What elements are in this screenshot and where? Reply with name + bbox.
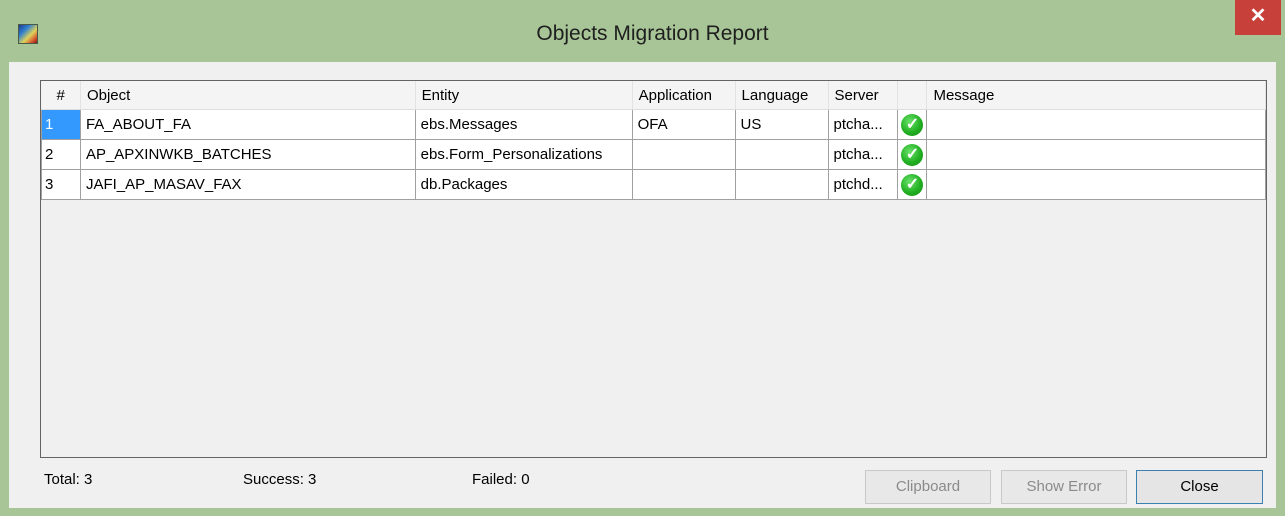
show-error-button[interactable]: Show Error — [1001, 470, 1127, 504]
failed-count: Failed: 0 — [472, 471, 530, 488]
success-check-icon: ✓ — [901, 113, 924, 136]
table-row[interactable]: 2 AP_APXINWKB_BATCHES ebs.Form_Personali… — [41, 139, 1266, 170]
window-close-button[interactable]: ✕ — [1235, 0, 1281, 35]
window-title: Objects Migration Report — [536, 22, 769, 45]
row-number-cell[interactable]: 3 — [41, 169, 81, 200]
message-cell[interactable] — [926, 169, 1266, 200]
application-cell[interactable] — [631, 169, 736, 200]
report-grid[interactable]: # Object Entity Application Language Ser… — [40, 80, 1267, 458]
server-cell[interactable]: ptcha... — [827, 139, 899, 170]
column-header-entity[interactable]: Entity — [415, 81, 633, 110]
column-header-message[interactable]: Message — [926, 81, 1266, 110]
object-cell[interactable]: JAFI_AP_MASAV_FAX — [79, 169, 416, 200]
table-header-row: # Object Entity Application Language Ser… — [41, 81, 1266, 110]
message-cell[interactable] — [926, 109, 1266, 140]
entity-cell[interactable]: ebs.Form_Personalizations — [414, 139, 633, 170]
success-check-icon: ✓ — [901, 143, 924, 166]
total-count: Total: 3 — [44, 471, 93, 488]
column-header-number[interactable]: # — [41, 81, 81, 110]
success-count: Success: 3 — [243, 471, 317, 488]
language-cell[interactable] — [734, 139, 829, 170]
column-header-object[interactable]: Object — [80, 81, 416, 110]
column-header-status[interactable] — [897, 81, 928, 110]
status-cell[interactable]: ✓ — [897, 109, 928, 140]
column-header-language[interactable]: Language — [735, 81, 829, 110]
entity-cell[interactable]: ebs.Messages — [414, 109, 633, 140]
report-window: Objects Migration Report ✕ # Object Enti… — [0, 0, 1285, 516]
server-cell[interactable]: ptchd... — [827, 169, 899, 200]
application-cell[interactable] — [631, 139, 736, 170]
row-number-cell[interactable]: 1 — [41, 109, 81, 140]
clipboard-button[interactable]: Clipboard — [865, 470, 991, 504]
server-cell[interactable]: ptcha... — [827, 109, 899, 140]
application-cell[interactable]: OFA — [631, 109, 736, 140]
close-button[interactable]: Close — [1136, 470, 1263, 504]
column-header-application[interactable]: Application — [632, 81, 736, 110]
column-header-server[interactable]: Server — [828, 81, 899, 110]
object-cell[interactable]: FA_ABOUT_FA — [79, 109, 416, 140]
report-table: # Object Entity Application Language Ser… — [41, 81, 1266, 200]
row-number-cell[interactable]: 2 — [41, 139, 81, 170]
success-check-icon: ✓ — [901, 173, 924, 196]
status-cell[interactable]: ✓ — [897, 139, 928, 170]
language-cell[interactable]: US — [734, 109, 829, 140]
object-cell[interactable]: AP_APXINWKB_BATCHES — [79, 139, 416, 170]
message-cell[interactable] — [926, 139, 1266, 170]
status-cell[interactable]: ✓ — [897, 169, 928, 200]
table-row[interactable]: 3 JAFI_AP_MASAV_FAX db.Packages ptchd...… — [41, 169, 1266, 200]
language-cell[interactable] — [734, 169, 829, 200]
table-row[interactable]: 1 FA_ABOUT_FA ebs.Messages OFA US ptcha.… — [41, 109, 1266, 140]
title-bar[interactable]: Objects Migration Report ✕ — [0, 0, 1285, 68]
entity-cell[interactable]: db.Packages — [414, 169, 633, 200]
